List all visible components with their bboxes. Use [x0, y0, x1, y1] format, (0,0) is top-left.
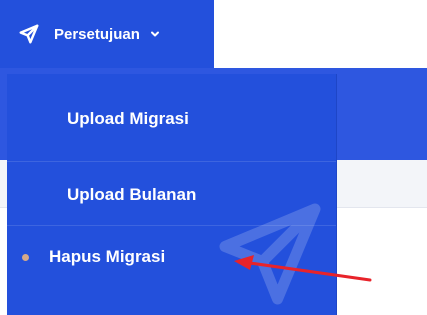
- divider: [7, 225, 336, 226]
- menu-item-label: Upload Bulanan: [67, 185, 197, 204]
- screen: Persetujuan Upload Migrasi Upload Bulana…: [0, 0, 427, 315]
- menu-item-upload-migrasi[interactable]: Upload Migrasi: [7, 104, 336, 134]
- nav-persetujuan-button[interactable]: Persetujuan: [0, 0, 214, 68]
- nav-label: Persetujuan: [54, 25, 140, 43]
- menu-item-upload-bulanan[interactable]: Upload Bulanan: [7, 180, 336, 210]
- divider: [7, 161, 336, 162]
- menu-item-label: Upload Migrasi: [67, 109, 189, 128]
- send-icon: [18, 23, 40, 45]
- red-arrow-annotation: [234, 255, 372, 282]
- menu-item-label: Hapus Migrasi: [49, 247, 166, 266]
- chevron-down-icon: [150, 29, 160, 39]
- active-bullet-icon: [22, 253, 29, 261]
